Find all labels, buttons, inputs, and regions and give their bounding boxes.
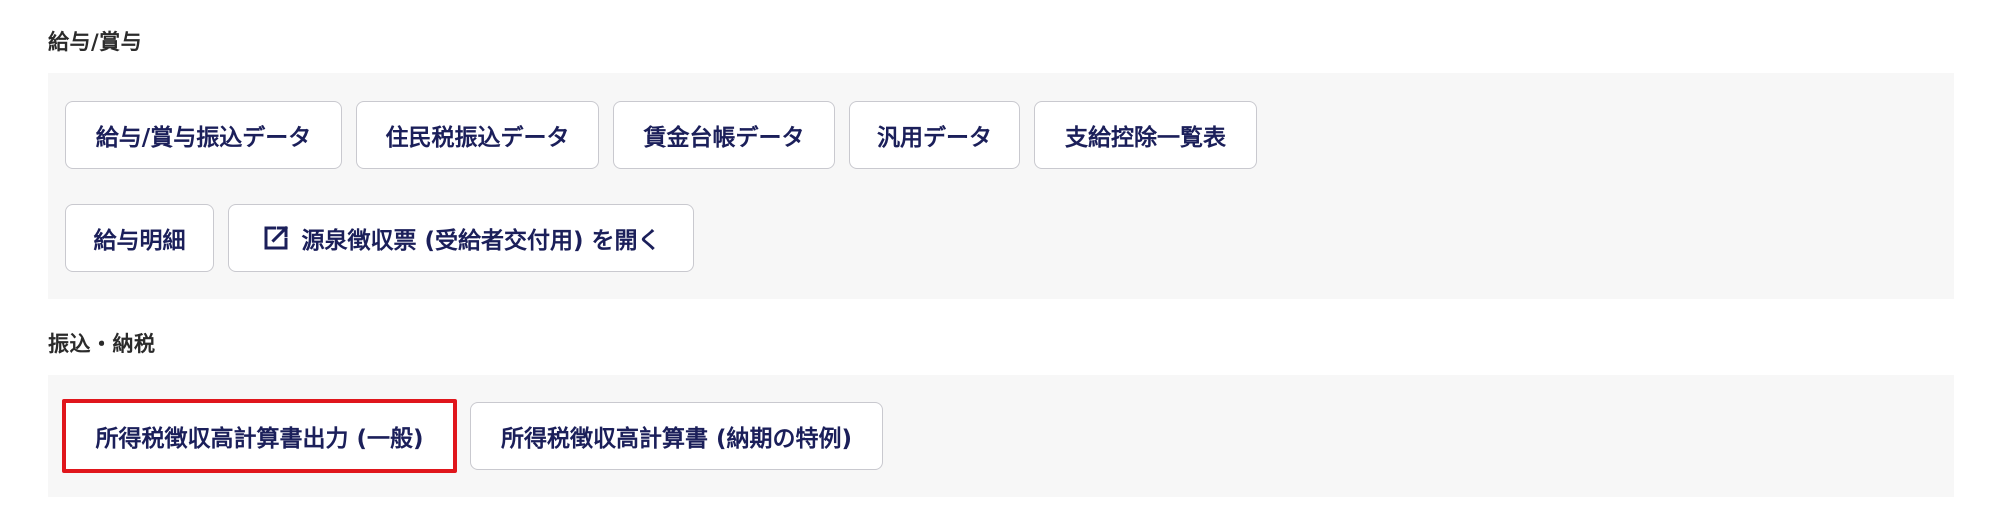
external-link-icon [261,223,291,253]
payslip-button[interactable]: 給与明細 [65,204,214,272]
button-label: 給与/賞与振込データ [95,125,312,151]
payment-deduction-list-button[interactable]: 支給控除一覧表 [1034,101,1257,169]
section-heading-transfer-tax: 振込・納税 [48,332,156,356]
transfer-tax-panel: 所得税徴収高計算書出力 (一般) 所得税徴収高計算書 (納期の特例) [48,375,1954,497]
income-tax-withholding-special-button[interactable]: 所得税徴収高計算書 (納期の特例) [470,402,883,470]
resident-tax-transfer-data-button[interactable]: 住民税振込データ [356,101,599,169]
button-label: 汎用データ [877,125,992,151]
open-withholding-slip-button[interactable]: 源泉徴収票 (受給者交付用) を開く [228,204,694,272]
button-label: 所得税徴収高計算書 (納期の特例) [500,426,853,452]
button-label: 源泉徴収票 (受給者交付用) を開く [301,228,661,254]
button-label: 支給控除一覧表 [1065,125,1226,151]
button-label: 給与明細 [93,228,186,254]
income-tax-withholding-general-button[interactable]: 所得税徴収高計算書出力 (一般) [62,399,457,473]
generic-data-button[interactable]: 汎用データ [849,101,1020,169]
payroll-bonus-transfer-data-button[interactable]: 給与/賞与振込データ [65,101,342,169]
button-label: 住民税振込データ [385,125,570,151]
page: 給与/賞与 給与/賞与振込データ 住民税振込データ 賃金台帳データ 汎用データ … [0,0,2000,513]
payroll-export-panel: 給与/賞与振込データ 住民税振込データ 賃金台帳データ 汎用データ 支給控除一覧… [48,73,1954,299]
button-label: 所得税徴収高計算書出力 (一般) [95,426,424,452]
section-heading-payroll: 給与/賞与 [48,30,143,54]
button-label: 賃金台帳データ [643,125,805,151]
wage-ledger-data-button[interactable]: 賃金台帳データ [613,101,835,169]
